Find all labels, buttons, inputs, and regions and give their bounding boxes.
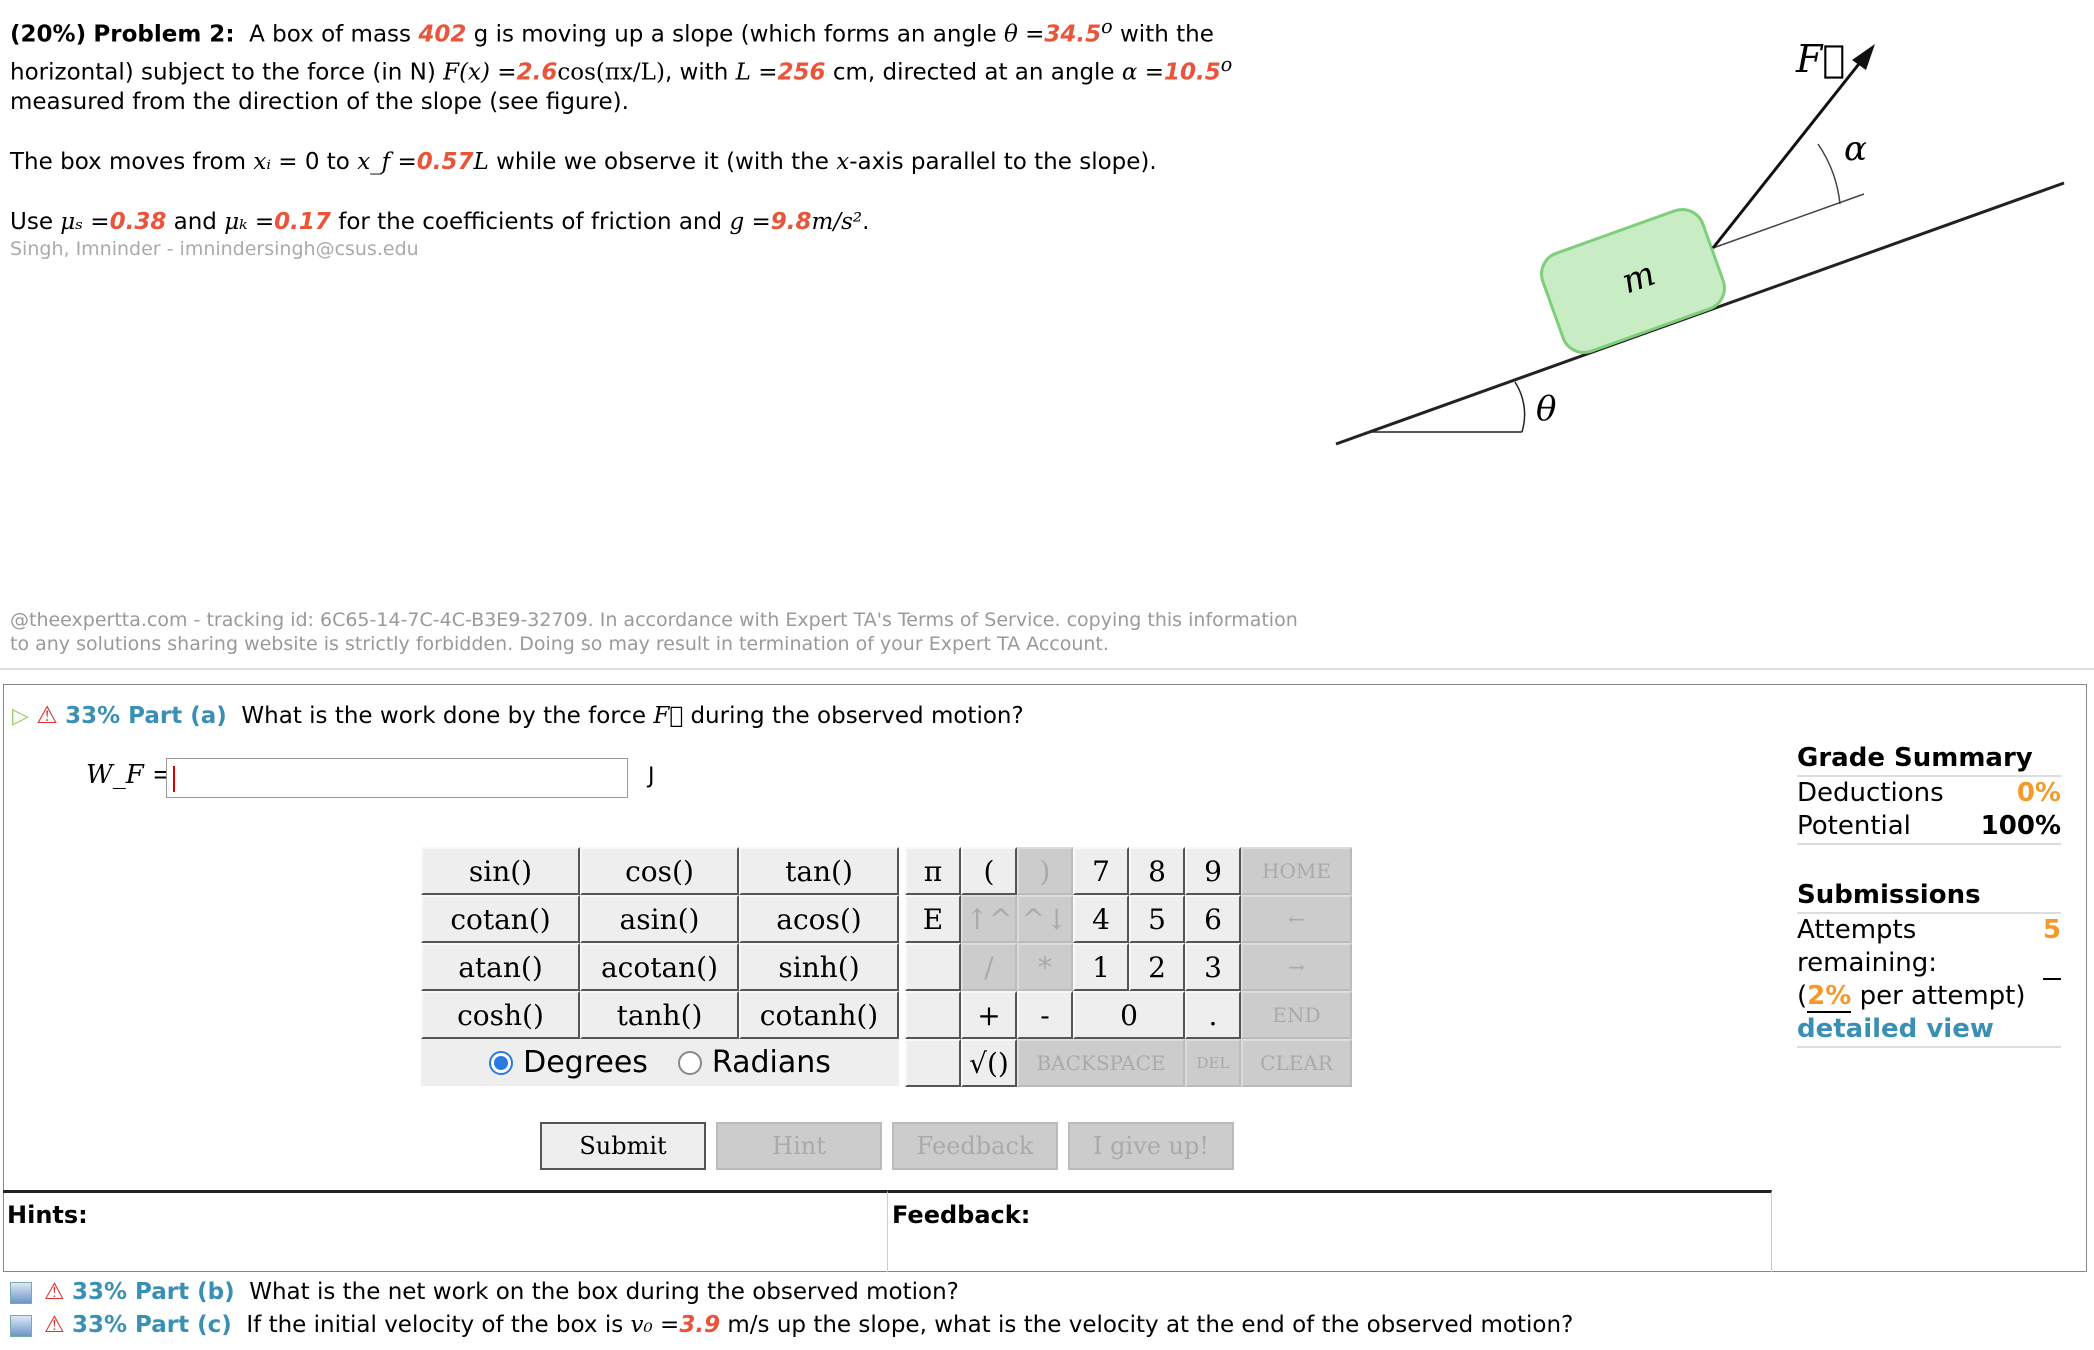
key-^↓[interactable]: ^↓ bbox=[1017, 895, 1073, 943]
key-sin[interactable]: sin() bbox=[421, 847, 580, 895]
collapse-icon[interactable] bbox=[10, 1281, 32, 1304]
key-.[interactable]: . bbox=[1185, 991, 1241, 1039]
key-BACKSPACE[interactable]: BACKSPACE bbox=[1017, 1039, 1185, 1087]
hints-panel: Hints: bbox=[3, 1190, 888, 1272]
key-↑^[interactable]: ↑^ bbox=[961, 895, 1017, 943]
detailed-view-link[interactable]: detailed view bbox=[1797, 1013, 2061, 1048]
key-→[interactable]: → bbox=[1241, 943, 1352, 991]
function-keypad: sin() cos() tan() cotan() asin() acos() atan()… bbox=[421, 847, 899, 1039]
theta-label: θ bbox=[1536, 389, 1556, 429]
key-2[interactable]: 2 bbox=[1129, 943, 1185, 991]
key-*[interactable]: * bbox=[1017, 943, 1073, 991]
box: m bbox=[1540, 208, 1726, 354]
alpha-arc bbox=[1817, 143, 1841, 205]
key--[interactable]: - bbox=[1017, 991, 1073, 1039]
key-0[interactable]: 0 bbox=[1073, 991, 1185, 1039]
submit-button[interactable]: Submit bbox=[540, 1122, 706, 1170]
alpha-value: 10.5 bbox=[1164, 59, 1221, 86]
numeric-keypad: π() 7 8 9 HOME E ↑^ ^↓ 4 5 6 ← / * 1 2 3 → + -0. END √() BACKS… bbox=[905, 847, 1352, 1087]
key-9[interactable]: 9 bbox=[1185, 847, 1241, 895]
warning-icon: ⚠ bbox=[36, 701, 58, 729]
amplitude-value: 2.6 bbox=[516, 59, 558, 86]
answer-input[interactable] bbox=[166, 758, 628, 798]
key-8[interactable]: 8 bbox=[1129, 847, 1185, 895]
key-E[interactable]: E bbox=[905, 895, 961, 943]
divider bbox=[0, 668, 2094, 670]
key-CLEAR[interactable]: CLEAR bbox=[1241, 1039, 1352, 1087]
warning-icon: ⚠ bbox=[44, 1312, 65, 1338]
radians-radio[interactable] bbox=[677, 1050, 702, 1075]
feedback-panel: Feedback: bbox=[888, 1190, 1772, 1272]
play-icon[interactable]: ▷ bbox=[12, 704, 29, 729]
key-acos[interactable]: acos() bbox=[739, 895, 899, 943]
key-4[interactable]: 4 bbox=[1073, 895, 1129, 943]
key-cos[interactable]: cos() bbox=[580, 847, 739, 895]
collapse-icon[interactable] bbox=[10, 1314, 32, 1337]
mass-value: 402 bbox=[418, 21, 467, 48]
key-cotan[interactable]: cotan() bbox=[421, 895, 580, 943]
key-HOME[interactable]: HOME bbox=[1241, 847, 1352, 895]
key-cosh[interactable]: cosh() bbox=[421, 991, 580, 1039]
length-value: 256 bbox=[777, 59, 826, 86]
key-tan[interactable]: tan() bbox=[739, 847, 899, 895]
theta-arc bbox=[1514, 381, 1526, 433]
key-3[interactable]: 3 bbox=[1185, 943, 1241, 991]
part-a-header: ▷ ⚠ 33% Part (a) What is the work done b… bbox=[12, 701, 1024, 729]
key-atan[interactable]: atan() bbox=[421, 943, 580, 991]
answer-variable: W_F = bbox=[86, 760, 174, 790]
key-/[interactable]: / bbox=[961, 943, 1017, 991]
problem-statement: (20%) Problem 2: A box of mass 402 g is … bbox=[10, 12, 1330, 261]
blank-key bbox=[905, 1039, 961, 1087]
key-√()[interactable]: √() bbox=[961, 1039, 1017, 1087]
key-←[interactable]: ← bbox=[1241, 895, 1352, 943]
part-b-header[interactable]: ⚠ 33% Part (b) What is the net work on t… bbox=[10, 1277, 959, 1307]
key-sinh[interactable]: sinh() bbox=[739, 943, 899, 991]
text-caret bbox=[173, 766, 175, 792]
key-1[interactable]: 1 bbox=[1073, 943, 1129, 991]
alpha-label: α bbox=[1844, 129, 1867, 169]
give-up-button[interactable]: I give up! bbox=[1068, 1122, 1234, 1170]
force-label: F⃗ bbox=[1795, 37, 1845, 81]
key-tanh[interactable]: tanh() bbox=[580, 991, 739, 1039]
warning-icon: ⚠ bbox=[44, 1279, 65, 1305]
feedback-button[interactable]: Feedback bbox=[892, 1122, 1058, 1170]
key-π[interactable]: π bbox=[905, 847, 961, 895]
hint-button[interactable]: Hint bbox=[716, 1122, 882, 1170]
key-asin[interactable]: asin() bbox=[580, 895, 739, 943]
part-c-header[interactable]: ⚠ 33% Part (c) If the initial velocity o… bbox=[10, 1310, 1573, 1340]
key-acotan[interactable]: acotan() bbox=[580, 943, 739, 991]
key-END[interactable]: END bbox=[1241, 991, 1352, 1039]
key-5[interactable]: 5 bbox=[1129, 895, 1185, 943]
blank-key bbox=[905, 991, 961, 1039]
angle-mode: Degrees Radians bbox=[421, 1039, 899, 1086]
answer-unit: J bbox=[648, 764, 655, 789]
grade-summary: Grade Summary Deductions 0% Potential 100%… bbox=[1797, 742, 2061, 1048]
blank-key bbox=[905, 943, 961, 991]
key-cotanh[interactable]: cotanh() bbox=[739, 991, 899, 1039]
key-7[interactable]: 7 bbox=[1073, 847, 1129, 895]
key-DEL[interactable]: DEL bbox=[1185, 1039, 1241, 1087]
key-([interactable]: ( bbox=[961, 847, 1017, 895]
author: Singh, Imninder - imnindersingh@csus.edu bbox=[10, 238, 419, 261]
key-6[interactable]: 6 bbox=[1185, 895, 1241, 943]
degrees-radio[interactable] bbox=[489, 1050, 514, 1075]
slope-figure: θ m α F⃗ bbox=[1335, 37, 2065, 446]
xf-value: 0.57 bbox=[416, 149, 474, 176]
key-+[interactable]: + bbox=[961, 991, 1017, 1039]
theta-value: 34.5 bbox=[1044, 21, 1102, 48]
tracking-footer: @theexpertta.com - tracking id: 6C65-14-… bbox=[10, 609, 1298, 655]
key-)[interactable]: ) bbox=[1017, 847, 1073, 895]
